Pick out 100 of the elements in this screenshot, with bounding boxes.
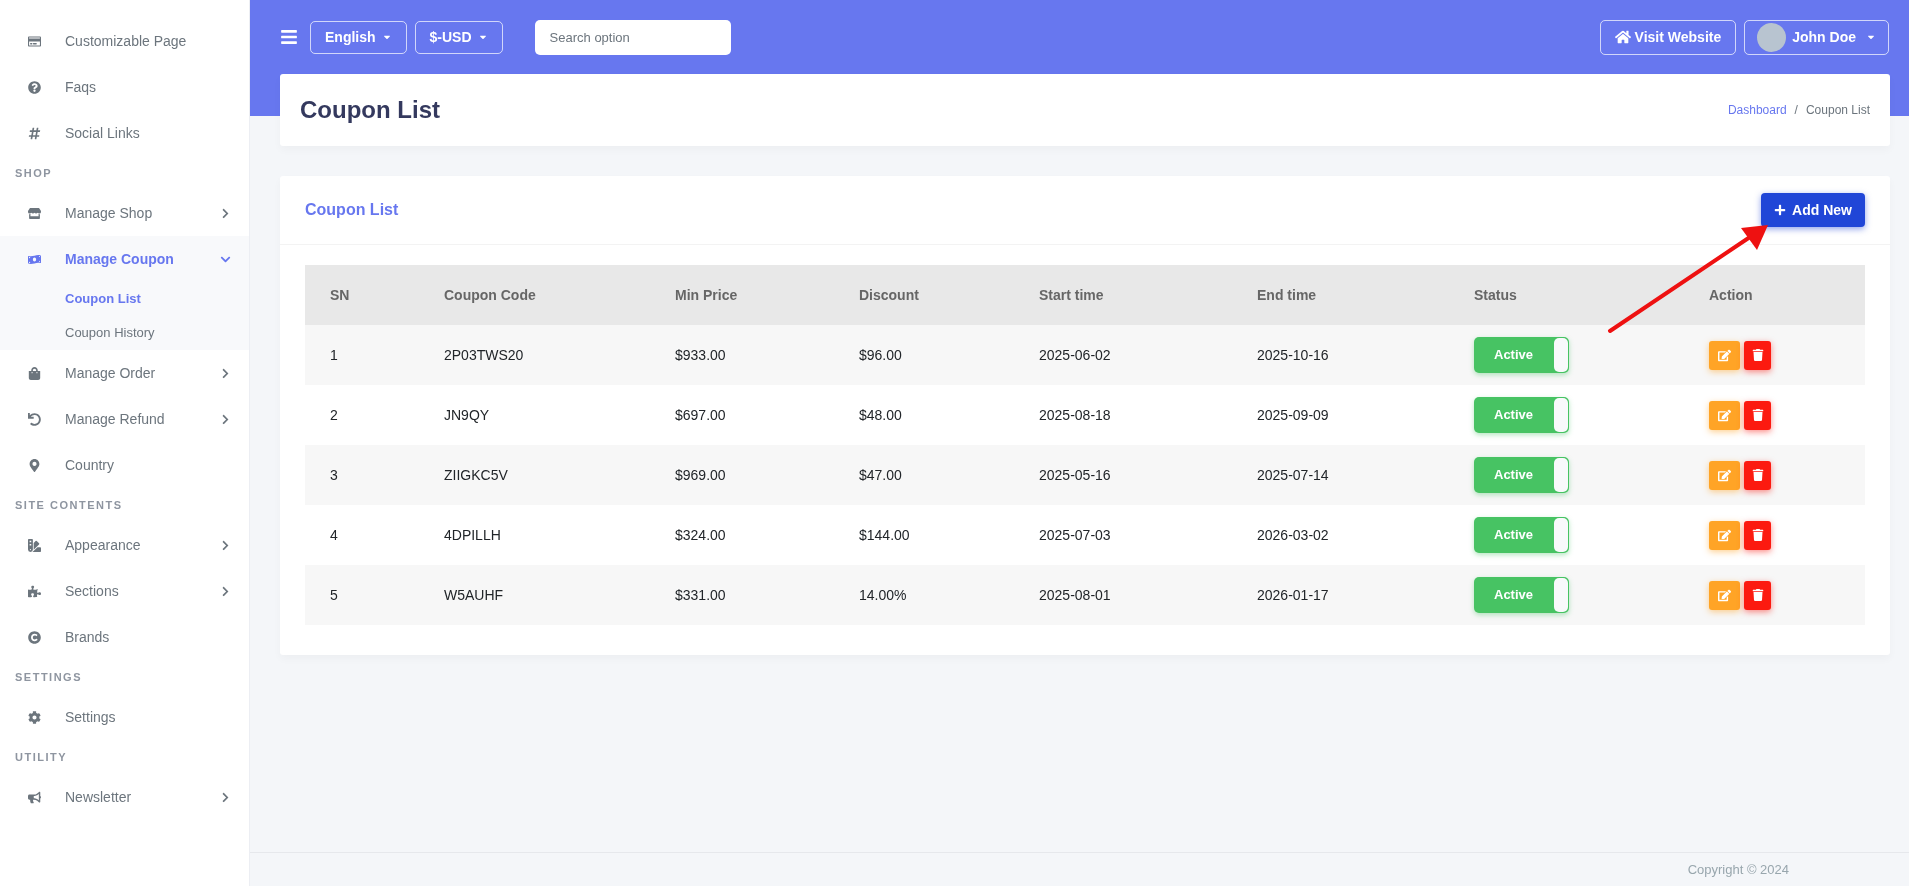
sidebar-item[interactable]: Newsletter	[0, 774, 249, 820]
store-icon	[28, 206, 41, 220]
edit-button[interactable]	[1709, 340, 1740, 370]
column-header: Coupon Code	[444, 285, 537, 305]
table-cell-text: $324.00	[675, 525, 727, 545]
table-cell-text: $47.00	[859, 465, 903, 485]
user-dropdown[interactable]: John Doe	[1744, 19, 1889, 55]
table-cell-text: 2025-08-01	[1039, 585, 1112, 605]
sidebar-item[interactable]: Manage Refund	[0, 396, 249, 442]
edit-icon	[1718, 468, 1731, 482]
sidebar-item[interactable]: Brands	[0, 614, 249, 660]
sidebar-item[interactable]: Settings	[0, 694, 249, 740]
plus-icon	[1774, 204, 1787, 216]
home-icon	[1614, 29, 1631, 45]
swatch-icon	[28, 538, 41, 552]
table-cell-text: $48.00	[859, 405, 903, 425]
add-new-button[interactable]: Add New	[1761, 193, 1865, 227]
sidebar-item[interactable]: Manage Order	[0, 350, 249, 396]
sidebar-item[interactable]: Manage Coupon	[0, 236, 249, 282]
location-pin-icon	[28, 458, 41, 472]
table-cell-text: 1	[330, 345, 339, 365]
table-cell-text: 2025-05-16	[1039, 465, 1112, 485]
trash-icon	[1751, 409, 1764, 421]
section-heading: UTILITY	[15, 749, 68, 765]
edit-button[interactable]	[1709, 580, 1740, 610]
section-heading: SETTINGS	[15, 669, 82, 685]
edit-icon	[1718, 408, 1731, 422]
delete-button[interactable]	[1744, 520, 1771, 550]
table-cell-text: 2025-07-14	[1257, 465, 1330, 485]
table-cell-text: 2	[330, 405, 339, 425]
edit-button[interactable]	[1709, 520, 1740, 550]
money-icon	[28, 252, 41, 266]
language-dropdown[interactable]: English	[310, 20, 407, 54]
edit-button[interactable]	[1709, 400, 1740, 430]
edit-button[interactable]	[1709, 460, 1740, 490]
trash-icon	[1751, 469, 1764, 481]
menu-icon[interactable]	[280, 28, 298, 46]
visit-website-button[interactable]: Visit Website	[1599, 19, 1737, 55]
delete-button[interactable]	[1744, 460, 1771, 490]
edit-icon	[1718, 588, 1731, 602]
table-cell-text: 2026-01-17	[1257, 585, 1330, 605]
table-cell-text: 5	[330, 585, 339, 605]
submenu-item[interactable]: Coupon History	[65, 323, 155, 343]
breadcrumb-link[interactable]: Dashboard	[1727, 101, 1787, 119]
sidebar-item[interactable]: Sections	[0, 568, 249, 614]
page-title: Coupon List	[300, 95, 440, 125]
table-cell-text: 2P03TWS20	[444, 345, 525, 365]
edit-icon	[1718, 348, 1731, 362]
sidebar-item[interactable]: Manage Shop	[0, 190, 249, 236]
table-cell-text: ZIIGKC5V	[444, 465, 509, 485]
chevron-right-icon	[220, 585, 231, 597]
megaphone-icon	[28, 790, 41, 804]
bag-icon	[28, 366, 41, 380]
hashtag-icon	[28, 126, 41, 140]
section-heading: SHOP	[15, 165, 53, 181]
table-cell-text: $697.00	[675, 405, 727, 425]
undo-icon	[28, 412, 41, 426]
sidebar-item[interactable]: Appearance	[0, 522, 249, 568]
delete-button[interactable]	[1744, 400, 1771, 430]
table-cell-text: $933.00	[675, 345, 727, 365]
table-cell-text: W5AUHF	[444, 585, 505, 605]
delete-button[interactable]	[1744, 580, 1771, 610]
sidebar-item[interactable]: Customizable Page	[0, 18, 249, 64]
question-icon	[28, 80, 41, 94]
trash-icon	[1751, 589, 1764, 601]
table-cell-text: 3	[330, 465, 339, 485]
chevron-right-icon	[220, 207, 231, 219]
table-cell-text: 14.00%	[859, 585, 908, 605]
trash-icon	[1751, 529, 1764, 541]
table-cell-text: JN9QY	[444, 405, 491, 425]
breadcrumb-current: Coupon List	[1805, 102, 1870, 119]
trash-icon	[1751, 349, 1764, 361]
column-header: End time	[1257, 285, 1318, 305]
edit-icon	[1718, 528, 1731, 542]
chevron-right-icon	[220, 367, 231, 379]
card-icon	[28, 34, 41, 48]
table-cell-text: $969.00	[675, 465, 727, 485]
chevron-right-icon	[220, 413, 231, 425]
column-header: SN	[330, 285, 351, 305]
table-cell-text: 4DPILLH	[444, 525, 502, 545]
delete-button[interactable]	[1744, 340, 1771, 370]
sidebar-item[interactable]: Faqs	[0, 64, 249, 110]
sidebar-item[interactable]: Social Links	[0, 110, 249, 156]
table-cell-text: 2025-10-16	[1257, 345, 1330, 365]
column-header: Action	[1709, 285, 1754, 305]
chevron-right-icon	[220, 539, 231, 551]
table-cell-text: 2025-08-18	[1039, 405, 1112, 425]
table-cell-text: $331.00	[675, 585, 727, 605]
puzzle-icon	[28, 584, 41, 598]
card-title: Coupon List	[305, 200, 399, 220]
sidebar-item[interactable]: Country	[0, 442, 249, 488]
breadcrumb-separator: /	[1794, 102, 1798, 119]
table-cell-text: 2026-03-02	[1257, 525, 1330, 545]
settings-icon	[28, 710, 41, 724]
search-field[interactable]: Search option	[534, 19, 731, 55]
table-cell-text: 2025-09-09	[1257, 405, 1330, 425]
table-cell-text: 4	[330, 525, 339, 545]
submenu-item[interactable]: Coupon List	[65, 289, 141, 309]
currency-dropdown[interactable]: $-USD	[414, 20, 503, 54]
column-header: Discount	[859, 285, 920, 305]
